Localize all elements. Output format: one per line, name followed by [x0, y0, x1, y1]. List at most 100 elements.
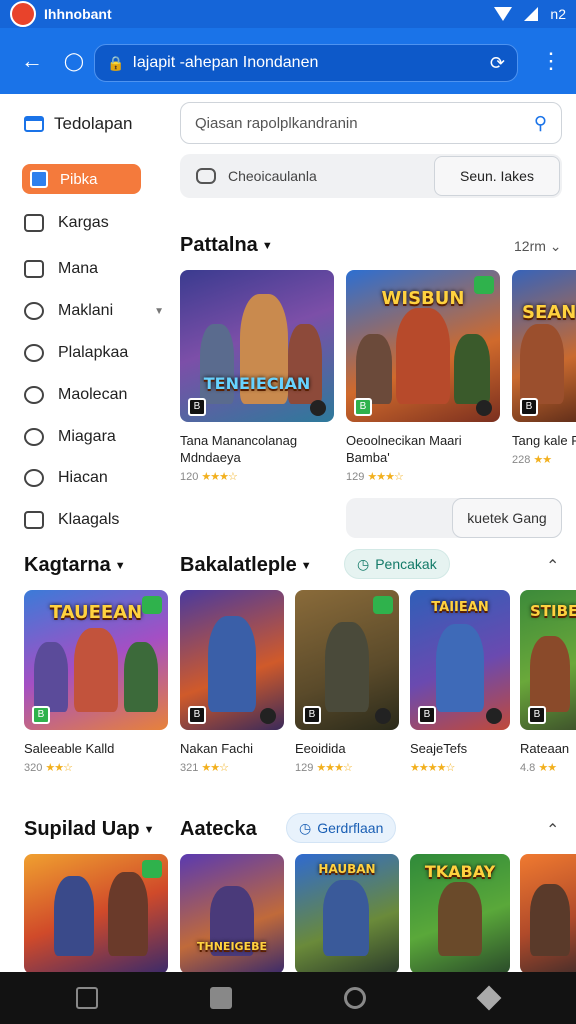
- home-icon[interactable]: [76, 987, 98, 1009]
- filter-label: Cheoicaulanla: [228, 168, 317, 184]
- caret-down-icon: ▼: [143, 823, 155, 836]
- hero-figure: [208, 616, 256, 712]
- sidebar-item-2[interactable]: Maklani ▼: [24, 302, 164, 320]
- game-card[interactable]: THNEIGEBE: [180, 854, 284, 974]
- section3-left-title[interactable]: Supilad Uap ▼: [24, 818, 154, 841]
- game-card[interactable]: B Nakan Fachi 321 ★★☆: [180, 590, 284, 774]
- game-card[interactable]: WISBUN B Oeoolnecikan Maari Bamba' 129 ★…: [346, 270, 500, 483]
- game-title: Tana Manancolanag Mdndaeya: [180, 433, 298, 465]
- recent-apps-icon[interactable]: [210, 987, 232, 1009]
- section2-title[interactable]: Bakalatleple ▼: [180, 554, 312, 577]
- section3-title[interactable]: Aatecka: [180, 818, 257, 841]
- star-rating: ★★★★☆: [410, 762, 455, 774]
- game-card[interactable]: HAUBAN: [295, 854, 399, 974]
- sidebar-item-label: Hiacan: [58, 469, 108, 486]
- home-circle-icon[interactable]: [344, 987, 366, 1009]
- sidebar-heading[interactable]: Tedolapan: [24, 114, 132, 134]
- skull-icon: [310, 400, 326, 416]
- more-menu-icon[interactable]: ⋮: [540, 50, 562, 72]
- reload-icon[interactable]: ⟳: [490, 53, 505, 74]
- game-card[interactable]: B Eeoidida 129 ★★★☆: [295, 590, 399, 774]
- game-thumbnail: SEAN B: [512, 270, 576, 422]
- sidebar-item-label: Miagara: [58, 428, 116, 445]
- back-icon[interactable]: [476, 985, 502, 1011]
- star-rating: ★★☆: [45, 762, 73, 774]
- corner-badge-icon: [373, 596, 393, 614]
- game-card[interactable]: STIBE B Rateaan 4.8 ★★: [520, 590, 576, 774]
- game-thumbnail: [24, 854, 168, 974]
- search-placeholder: Qiasan rapolplkandranin: [195, 114, 358, 132]
- sidebar-item-5[interactable]: Miagara: [24, 428, 164, 446]
- star-rating: ★★☆: [201, 762, 229, 774]
- hero-figure: [74, 628, 118, 712]
- chevron-up-icon[interactable]: ⌃: [546, 556, 559, 576]
- game-meta: 4.8 ★★: [520, 761, 576, 774]
- filter-row[interactable]: Cheoicaulanla Seun. Iakes: [180, 154, 562, 198]
- search-input[interactable]: Qiasan rapolplkandranin ⚲: [180, 102, 562, 144]
- caret-down-icon: ▼: [300, 559, 312, 572]
- rating-badge-icon: B: [520, 398, 538, 416]
- sidebar-item-4[interactable]: Maolecan: [24, 386, 164, 404]
- rating-badge-icon: B: [303, 706, 321, 724]
- sidebar-item-label: Plalapkaa: [58, 344, 129, 361]
- sidebar-item-label: Maklani: [58, 302, 114, 319]
- section1-title[interactable]: Pattalna ▼: [180, 234, 273, 257]
- game-card[interactable]: TAIIEAN B SeajeTefs ★★★★☆: [410, 590, 510, 774]
- skull-icon: [375, 708, 391, 724]
- sidebar-item-1[interactable]: Mana: [24, 260, 164, 278]
- game-thumbnail: STIBE B: [520, 590, 576, 730]
- game-art-title: THNEIGEBE: [197, 940, 267, 953]
- game-title: Eeoidida: [295, 741, 346, 756]
- game-art-title: HAUBAN: [318, 862, 376, 876]
- game-rating: 4.8: [520, 762, 536, 774]
- section2-left-title[interactable]: Kagtarna ▼: [24, 554, 126, 577]
- address-bar[interactable]: 🔒 Iajapit -ahepan Inondanen ⟳: [94, 44, 518, 82]
- chat-icon: [196, 168, 216, 184]
- list-icon: [24, 214, 44, 232]
- game-meta: 321 ★★☆: [180, 761, 284, 774]
- game-card[interactable]: [24, 854, 168, 974]
- cloud-outline-icon: [24, 386, 44, 404]
- sidebar-item-3[interactable]: Plalapkaa: [24, 344, 164, 362]
- rating-badge-icon: B: [528, 706, 546, 724]
- skull-icon: [476, 400, 492, 416]
- back-arrow-icon[interactable]: ←: [12, 41, 52, 81]
- game-art-title: TKABAY: [424, 862, 496, 881]
- game-art-title: TENEIECIAN: [203, 374, 311, 393]
- system-nav-bar: [0, 972, 576, 1024]
- hero-figure: [323, 880, 369, 956]
- heart-icon: [24, 344, 44, 362]
- game-card[interactable]: TENEIECIAN B Tana Manancolanag Mdndaeya …: [180, 270, 334, 483]
- chevron-up-icon[interactable]: ⌃: [546, 820, 559, 840]
- hero-figure: [356, 334, 392, 404]
- game-meta: 228 ★★: [512, 453, 576, 466]
- sidebar-item-7[interactable]: Klaagals: [24, 511, 164, 529]
- game-card[interactable]: SEAN B Tang kale Ramsa 228 ★★: [512, 270, 576, 466]
- microphone-icon[interactable]: ⚲: [534, 113, 547, 134]
- sidebar-item-label: Klaagals: [58, 511, 120, 528]
- game-thumbnail: THNEIGEBE: [180, 854, 284, 974]
- link-icon[interactable]: ◯: [54, 41, 94, 81]
- install-button[interactable]: kuetek Gang: [452, 498, 562, 538]
- section3-pill[interactable]: ◷ Gerdrflaan: [286, 813, 397, 843]
- sidebar-item-0[interactable]: Kargas: [24, 214, 164, 232]
- star-rating: ★★: [538, 762, 557, 774]
- game-card[interactable]: TKABAY: [410, 854, 510, 974]
- game-card[interactable]: [520, 854, 576, 974]
- skull-icon: [260, 708, 276, 724]
- game-card[interactable]: TAUEEAN B Saleeable Kalld 320 ★★☆: [24, 590, 168, 774]
- section2-pill[interactable]: ◷ Pencakak: [344, 549, 450, 579]
- rating-badge-icon: B: [188, 706, 206, 724]
- hero-figure: [325, 622, 369, 712]
- game-title: Oeoolnecikan Maari Bamba': [346, 433, 462, 465]
- install-row[interactable]: kuetek Gang: [346, 498, 562, 538]
- search-icon: [24, 428, 44, 446]
- sidebar-item-6[interactable]: Hiacan: [24, 469, 164, 487]
- game-meta: 129 ★★★☆: [295, 761, 399, 774]
- game-title: Saleeable Kalld: [24, 741, 115, 756]
- chevron-down-icon[interactable]: ▼: [154, 306, 164, 317]
- section1-right[interactable]: 12rm ⌄: [514, 238, 562, 255]
- sidebar-item-active[interactable]: Pibka: [22, 164, 141, 194]
- filter-button[interactable]: Seun. Iakes: [434, 156, 560, 196]
- sidebar-item-label: Pibka: [60, 170, 98, 188]
